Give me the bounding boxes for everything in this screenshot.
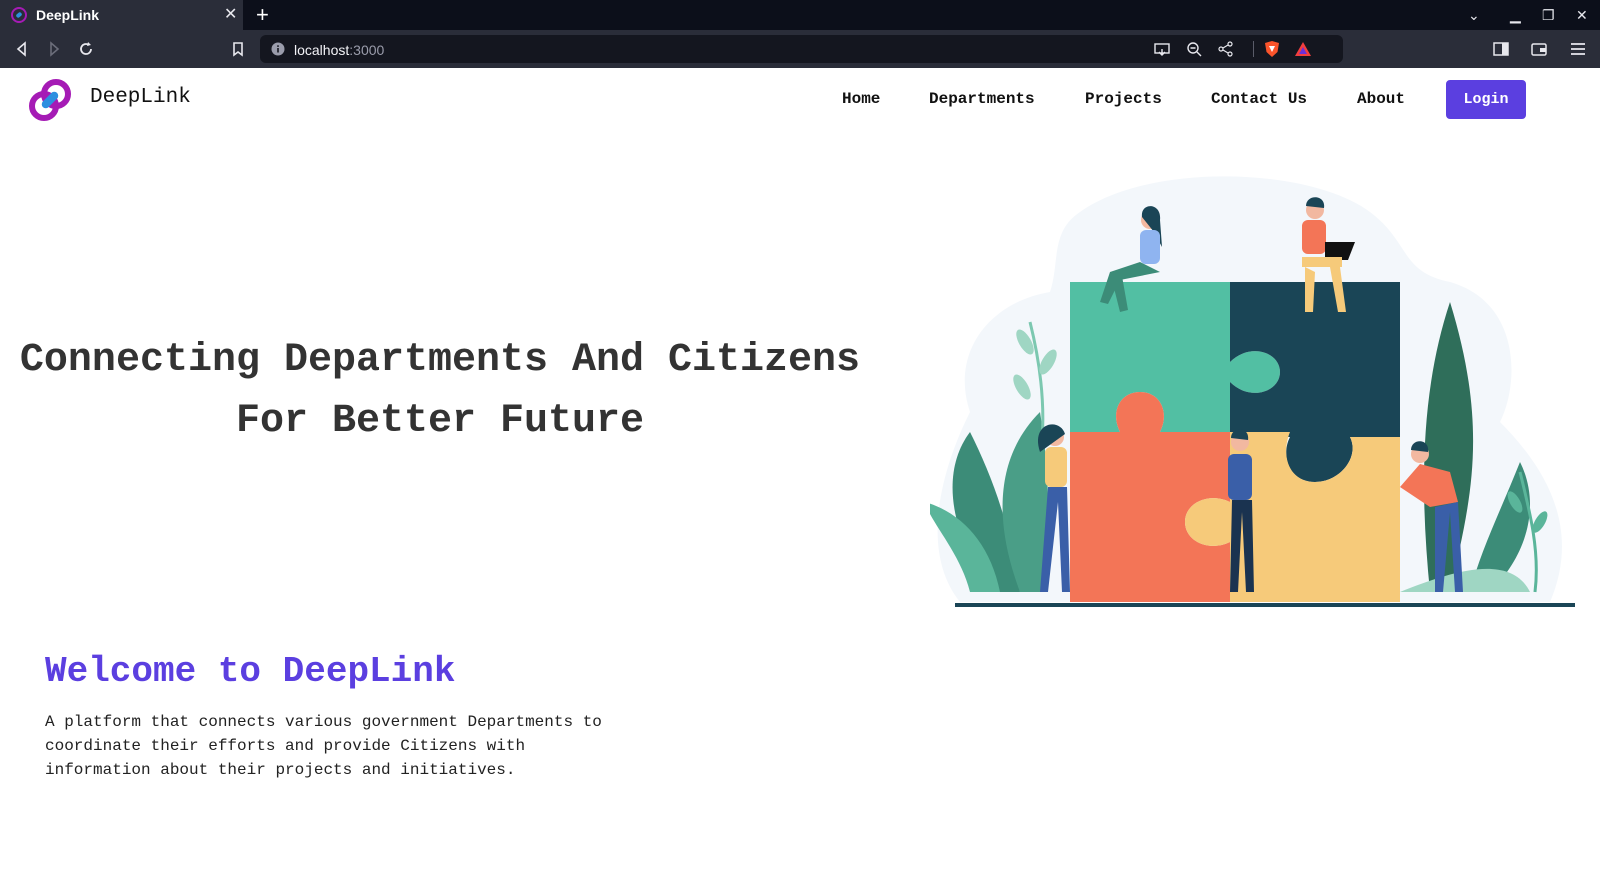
forward-icon[interactable] (44, 39, 64, 59)
window-close-icon[interactable]: ✕ (1576, 6, 1588, 24)
menu-icon[interactable] (1568, 39, 1588, 59)
brave-rewards-icon[interactable] (1294, 40, 1312, 58)
hero-title-line-1: Connecting Departments And Citizens (19, 338, 861, 383)
bookmark-icon[interactable] (228, 39, 248, 59)
share-icon[interactable] (1217, 40, 1235, 58)
tab-bar: DeepLink ✕ + ⌄ ▁ ❐ ✕ (0, 0, 1600, 30)
address-bar[interactable]: localhost:3000 (260, 35, 1343, 63)
login-button[interactable]: Login (1446, 80, 1526, 119)
url-text: localhost:3000 (294, 42, 384, 58)
nav-contact-us[interactable]: Contact Us (1211, 90, 1307, 108)
deeplink-favicon-icon (11, 7, 27, 23)
browser-toolbar: localhost:3000 (0, 30, 1600, 68)
close-icon[interactable]: ✕ (224, 5, 237, 25)
teamwork-puzzle-illustration (930, 176, 1575, 607)
url-host: localhost (294, 42, 350, 58)
toolbar-divider (1253, 41, 1254, 57)
nav-home[interactable]: Home (842, 90, 880, 108)
nav-departments[interactable]: Departments (929, 90, 1035, 108)
web-page: DeepLink Home Departments Projects Conta… (0, 68, 1600, 873)
restore-icon[interactable]: ❐ (1542, 6, 1555, 24)
tab-title: DeepLink (36, 7, 100, 23)
welcome-heading: Welcome to DeepLink (45, 651, 456, 692)
brave-shields-icon[interactable] (1262, 39, 1282, 59)
plus-icon[interactable]: + (256, 3, 269, 27)
reload-icon[interactable] (76, 39, 96, 59)
brand-name[interactable]: DeepLink (90, 86, 191, 109)
url-port: :3000 (349, 42, 385, 58)
nav-about[interactable]: About (1357, 90, 1405, 108)
hero-title: Connecting Departments And Citizens For … (0, 330, 880, 452)
nav-projects[interactable]: Projects (1085, 90, 1162, 108)
sidebar-icon[interactable] (1491, 39, 1511, 59)
minimize-icon[interactable]: ▁ (1510, 6, 1521, 24)
wallet-icon[interactable] (1529, 39, 1549, 59)
cast-icon[interactable] (1153, 40, 1171, 58)
hero-title-line-2: For Better Future (235, 399, 645, 444)
browser-tab[interactable]: DeepLink ✕ (0, 0, 243, 30)
zoom-out-icon[interactable] (1185, 40, 1203, 58)
deeplink-logo-icon[interactable] (26, 76, 74, 124)
welcome-description: A platform that connects various governm… (45, 713, 602, 779)
chevron-down-icon[interactable]: ⌄ (1468, 6, 1480, 24)
back-icon[interactable] (12, 39, 32, 59)
info-icon[interactable] (271, 42, 285, 56)
